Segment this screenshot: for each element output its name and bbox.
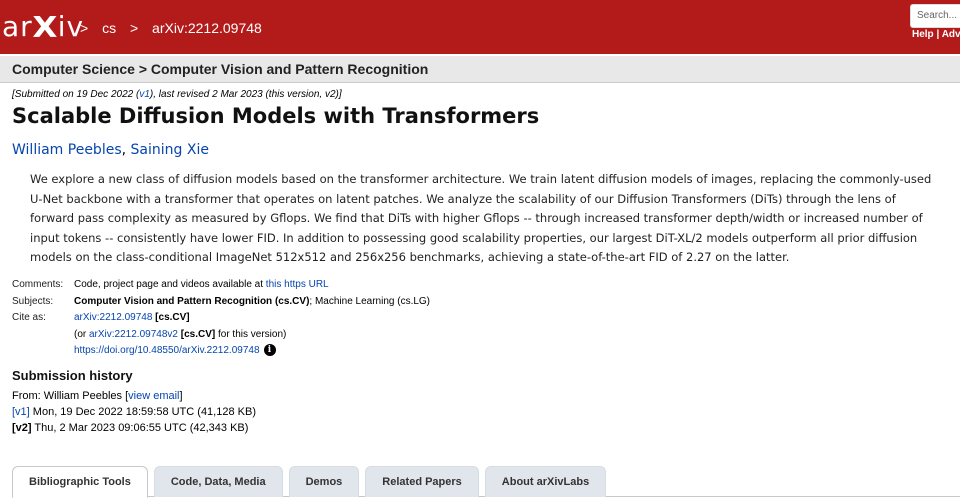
subjects-value: Computer Vision and Pattern Recognition …: [74, 294, 430, 311]
cite-version-value: (or arXiv:2212.09748v2 [cs.CV] for this …: [74, 327, 286, 344]
submitted-prefix: [Submitted on 19 Dec 2022 (: [12, 89, 140, 100]
search-input[interactable]: Search...: [910, 4, 960, 28]
tab-related-papers[interactable]: Related Papers: [365, 466, 479, 497]
v1-history-link[interactable]: [v1]: [12, 406, 30, 418]
v2-date: Thu, 2 Mar 2023 09:06:55 UTC (42,343 KB): [31, 422, 249, 434]
help-link[interactable]: Help: [912, 29, 934, 40]
paper-title: Scalable Diffusion Models with Transform…: [12, 104, 540, 128]
history-v2: [v2] Thu, 2 Mar 2023 09:06:55 UTC (42,34…: [12, 420, 256, 436]
doi-link[interactable]: https://doi.org/10.48550/arXiv.2212.0974…: [74, 345, 260, 356]
breadcrumb-arxiv-id: arXiv:2212.09748: [152, 20, 262, 36]
breadcrumb-sep: >: [129, 20, 139, 36]
submission-history-title: Submission history: [12, 368, 133, 383]
top-bar: arXiv > cs > arXiv:2212.09748 Search... …: [0, 0, 960, 54]
author-separator: ,: [121, 142, 131, 158]
from-prefix: From: William Peebles [: [12, 390, 129, 402]
project-url-link[interactable]: this https URL: [266, 279, 329, 290]
history-from: From: William Peebles [view email]: [12, 388, 256, 404]
subjects-row: Subjects: Computer Vision and Pattern Re…: [12, 294, 430, 311]
subject-title: Computer Science > Computer Vision and P…: [12, 61, 429, 77]
help-links: Help | Adv: [912, 29, 960, 40]
arxiv-logo[interactable]: arXiv: [2, 10, 84, 45]
doi-value: https://doi.org/10.48550/arXiv.2212.0974…: [74, 343, 276, 360]
metadata-table: Comments: Code, project page and videos …: [12, 277, 430, 360]
arxiv-id-link[interactable]: arXiv:2212.09748: [74, 312, 152, 323]
tab-bibliographic-tools[interactable]: Bibliographic Tools: [12, 466, 148, 498]
abstract: We explore a new class of diffusion mode…: [30, 172, 932, 264]
cite-label: Cite as:: [12, 312, 46, 323]
breadcrumb: > cs > arXiv:2212.09748: [80, 20, 262, 36]
comments-text: Code, project page and videos available …: [74, 279, 266, 290]
submission-history: From: William Peebles [view email] [v1] …: [12, 388, 256, 436]
cite-row: Cite as: arXiv:2212.09748 [cs.CV]: [12, 310, 430, 327]
subject-header: Computer Science > Computer Vision and P…: [0, 56, 960, 83]
logo-text-left: ar: [2, 10, 33, 43]
v2-label: [v2]: [12, 422, 32, 434]
help-sep: |: [936, 29, 940, 40]
author-link[interactable]: Saining Xie: [131, 142, 209, 158]
tab-demos[interactable]: Demos: [288, 466, 360, 497]
cite2-category: [cs.CV]: [177, 328, 216, 340]
cite-version-row: (or arXiv:2212.09748v2 [cs.CV] for this …: [12, 327, 430, 344]
info-icon[interactable]: i: [263, 344, 276, 357]
author-link[interactable]: William Peebles: [12, 142, 122, 158]
v1-date: Mon, 19 Dec 2022 18:59:58 UTC (41,128 KB…: [29, 406, 256, 418]
comments-row: Comments: Code, project page and videos …: [12, 277, 430, 294]
breadcrumb-cs[interactable]: cs: [102, 20, 116, 36]
tab-bar: Bibliographic Tools Code, Data, Media De…: [12, 466, 607, 498]
cite-category: [cs.CV]: [152, 312, 190, 323]
submission-date: [Submitted on 19 Dec 2022 (v1), last rev…: [12, 89, 342, 100]
cite2-suffix: for this version): [215, 328, 287, 340]
cite-value: arXiv:2212.09748 [cs.CV]: [74, 310, 190, 327]
subjects-label: Subjects:: [12, 295, 54, 307]
from-suffix: ]: [179, 390, 183, 402]
tab-code-data-media[interactable]: Code, Data, Media: [153, 466, 283, 497]
comments-value: Code, project page and videos available …: [74, 277, 329, 294]
breadcrumb-sep: >: [80, 20, 89, 36]
advanced-search-link[interactable]: Adv: [942, 29, 960, 40]
v1-link[interactable]: v1: [139, 89, 150, 100]
primary-subject: Computer Vision and Pattern Recognition …: [74, 295, 310, 307]
secondary-subjects: ; Machine Learning (cs.LG): [309, 295, 431, 307]
history-v1: [v1] Mon, 19 Dec 2022 18:59:58 UTC (41,1…: [12, 404, 256, 420]
tab-about-arxivlabs[interactable]: About arXivLabs: [484, 466, 607, 497]
view-email-link[interactable]: view email: [128, 390, 179, 402]
doi-row: https://doi.org/10.48550/arXiv.2212.0974…: [12, 343, 430, 360]
comments-label: Comments:: [12, 279, 64, 290]
logo-x: X: [32, 11, 59, 45]
authors: William Peebles, Saining Xie: [12, 142, 209, 158]
arxiv-version-link[interactable]: arXiv:2212.09748v2: [89, 329, 178, 340]
cite2-prefix: (or: [74, 328, 89, 340]
submitted-suffix: ), last revised 2 Mar 2023 (this version…: [149, 89, 342, 100]
